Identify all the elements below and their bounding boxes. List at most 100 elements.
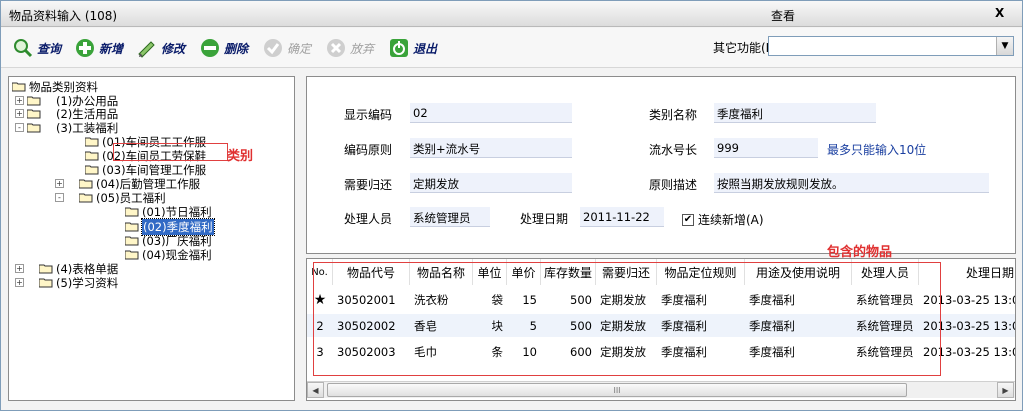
serial-length-field[interactable]: 999	[714, 138, 818, 158]
date-label: 处理日期	[520, 212, 569, 226]
belongs-label: 需要归还	[344, 178, 393, 192]
serial-length-note: 最多只能输入10位	[827, 143, 927, 157]
confirm-icon	[261, 36, 285, 60]
discard-button[interactable]: 放弃	[324, 35, 374, 61]
date-field[interactable]: 2011-11-22	[580, 207, 664, 227]
add-button[interactable]: 新增	[73, 35, 123, 61]
column-header[interactable]: 处理日期	[919, 259, 1015, 285]
confirm-button[interactable]: 确定	[261, 35, 311, 61]
folder-icon	[38, 263, 53, 274]
tree-item[interactable]: (03)厂庆福利	[124, 234, 212, 248]
window-title: 物品资料输入 (108)	[9, 9, 118, 23]
edit-icon	[135, 36, 159, 60]
folder-icon	[84, 164, 99, 175]
tree-item[interactable]: (04)现金福利	[124, 248, 212, 262]
folder-icon	[78, 178, 93, 189]
expand-icon[interactable]: +	[15, 96, 24, 105]
delete-icon	[198, 36, 222, 60]
code-rule-label: 编码原则	[344, 143, 393, 157]
exit-icon	[387, 36, 411, 60]
serial-length-label: 流水号长	[649, 143, 698, 157]
category-name-label: 类别名称	[649, 108, 698, 122]
delete-button[interactable]: 删除	[198, 35, 248, 61]
detail-form: 显示编码 02 类别名称 季度福利 编码原则 类别+流水号 流水号长 999 最…	[306, 76, 1016, 254]
tree-root[interactable]: 物品类别资料	[11, 80, 98, 94]
other-functions-select[interactable]: ▼	[768, 36, 1014, 56]
horizontal-scrollbar[interactable]: ◀ III ▶	[307, 381, 1015, 398]
folder-icon	[26, 122, 41, 133]
tree-item[interactable]: - (05)员工福利	[55, 191, 166, 205]
display-code-field[interactable]: 02	[410, 103, 572, 123]
column-header[interactable]: 用途及使用说明	[745, 259, 852, 285]
close-button[interactable]: X	[995, 6, 1004, 20]
code-rule-field[interactable]: 类别+流水号	[410, 138, 572, 158]
row-marker-icon: ★	[313, 291, 327, 308]
handler-field[interactable]: 系统管理员	[410, 207, 490, 227]
window: 物品资料输入 (108) 查看 X 查询 新增 修改 删除 确定 放弃 退出 其…	[0, 0, 1023, 411]
category-name-field[interactable]: 季度福利	[714, 103, 876, 123]
query-button[interactable]: 查询	[11, 35, 61, 61]
chevron-down-icon[interactable]: ▼	[996, 37, 1013, 55]
folder-icon	[124, 221, 139, 232]
column-header[interactable]: 单位	[473, 259, 507, 285]
column-header[interactable]: 物品定位规则	[657, 259, 745, 285]
search-icon	[11, 36, 35, 60]
category-annotation: 类别	[227, 149, 254, 164]
collapse-icon[interactable]: -	[55, 193, 64, 202]
tree-item-selected[interactable]: (02)季度福利	[124, 217, 215, 236]
folder-icon	[84, 136, 99, 147]
tree-item[interactable]: (01)节日福利	[124, 205, 212, 219]
edit-button[interactable]: 修改	[135, 35, 185, 61]
table-row[interactable]: ★ 30502001 洗衣粉 袋 15 500 定期发放 季度福利 季度福利 系…	[307, 288, 1015, 311]
category-tree: 物品类别资料 + (1)办公用品 + (2)生活用品 - (3)工装福利 (01)车间…	[8, 76, 295, 401]
expand-icon[interactable]: +	[15, 264, 24, 273]
table-row[interactable]: 3 30502003 毛巾 条 10 600 定期发放 季度福利 季度福利 系统…	[307, 340, 1015, 363]
folder-icon	[78, 192, 93, 203]
folder-icon	[124, 249, 139, 260]
scroll-left-icon[interactable]: ◀	[307, 382, 324, 398]
collapse-icon[interactable]: -	[15, 123, 24, 132]
expand-icon[interactable]: +	[55, 179, 64, 188]
toolbar: 查询 新增 修改 删除 确定 放弃 退出 其它功能(I) ▼	[1, 28, 1022, 68]
tree-item[interactable]: + (2)生活用品	[15, 107, 118, 121]
add-icon	[73, 36, 97, 60]
folder-icon	[38, 277, 53, 288]
tree-item[interactable]: + (04)后勤管理工作服	[55, 177, 200, 191]
table-row[interactable]: 2 30502002 香皂 块 5 500 定期发放 季度福利 季度福利 系统管…	[307, 314, 1015, 337]
folder-icon	[124, 206, 139, 217]
items-grid: No. 物品代号 物品名称 单位 单价 库存数量 需要归还 物品定位规则 用途及…	[306, 258, 1016, 401]
folder-icon	[124, 235, 139, 246]
column-header[interactable]: 库存数量	[541, 259, 596, 285]
column-header[interactable]: 需要归还	[596, 259, 657, 285]
tree-item[interactable]: + (4)表格单据	[15, 262, 118, 276]
tree-item[interactable]: + (5)学习资料	[15, 276, 118, 290]
title-bar: 物品资料输入 (108) 查看 X	[1, 1, 1022, 27]
folder-open-icon	[11, 81, 26, 92]
column-header[interactable]: 物品代号	[333, 259, 410, 285]
column-header[interactable]: 物品名称	[410, 259, 473, 285]
rule-desc-label: 原则描述	[649, 178, 698, 192]
rule-desc-field[interactable]: 按照当期发放规则发放。	[714, 173, 989, 193]
discard-icon	[324, 36, 348, 60]
expand-icon[interactable]: +	[15, 278, 24, 287]
exit-button[interactable]: 退出	[387, 35, 437, 61]
tree-item[interactable]: - (3)工装福利	[15, 121, 118, 135]
column-header[interactable]: 单价	[507, 259, 541, 285]
continuous-add-checkbox[interactable]: ✔ 连续新增(A)	[682, 211, 764, 228]
expand-icon[interactable]: +	[15, 109, 24, 118]
checkmark-icon[interactable]: ✔	[682, 213, 694, 226]
other-functions-label: 其它功能(I)	[713, 41, 774, 55]
belongs-field[interactable]: 定期发放	[410, 173, 572, 193]
handler-label: 处理人员	[344, 212, 393, 226]
scroll-right-icon[interactable]: ▶	[997, 382, 1014, 398]
folder-icon	[84, 150, 99, 161]
column-header[interactable]: No.	[307, 259, 333, 285]
folder-icon	[26, 108, 41, 119]
window-mode: 查看	[771, 9, 796, 23]
scroll-thumb[interactable]: III	[327, 383, 907, 397]
display-code-label: 显示编码	[344, 108, 393, 122]
selection-highlight-frame	[113, 143, 228, 161]
folder-icon	[26, 95, 41, 106]
tree-item[interactable]: (03)车间管理工作服	[84, 163, 206, 177]
column-header[interactable]: 处理人员	[852, 259, 919, 285]
